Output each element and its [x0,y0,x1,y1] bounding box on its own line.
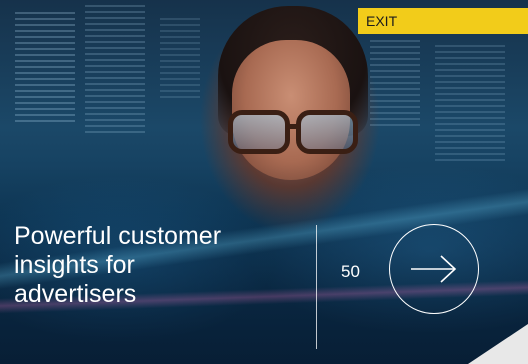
arrow-right-icon [411,255,457,283]
page-title: Powerful customer insights for advertise… [14,222,222,308]
page-curl-corner [468,324,528,364]
next-button[interactable] [389,224,479,314]
exit-button[interactable]: EXIT [358,8,528,34]
divider [316,225,317,349]
exit-label: EXIT [366,13,398,29]
page-number: 50 [341,262,360,281]
hero-card: EXIT Powerful customer insights for adve… [0,0,528,364]
